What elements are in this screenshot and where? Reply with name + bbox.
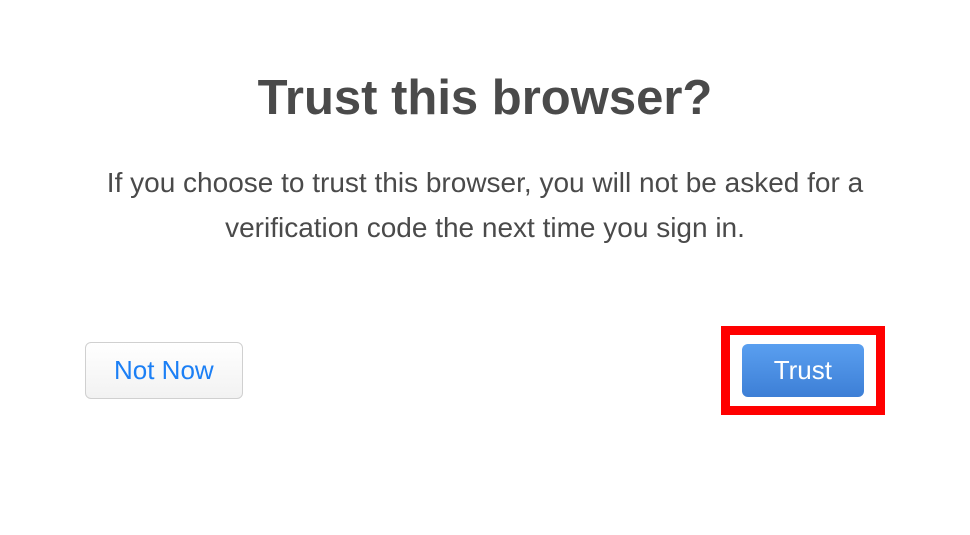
button-row: Not Now Trust — [85, 326, 885, 415]
dialog-title: Trust this browser? — [258, 70, 713, 126]
trust-button[interactable]: Trust — [742, 344, 864, 397]
dialog-description: If you choose to trust this browser, you… — [75, 161, 895, 251]
highlight-box: Trust — [721, 326, 885, 415]
not-now-button[interactable]: Not Now — [85, 342, 243, 399]
